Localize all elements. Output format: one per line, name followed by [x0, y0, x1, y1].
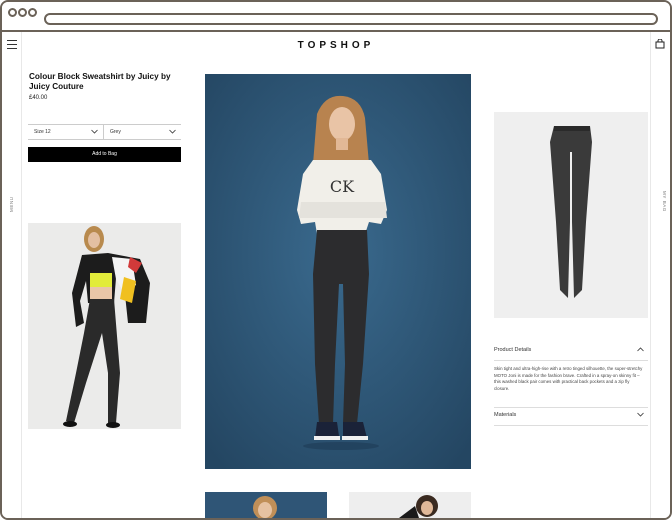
chevron-down-icon — [91, 129, 98, 134]
jeans-illustration — [494, 112, 648, 318]
thumb-1-illustration — [205, 492, 327, 518]
materials-label: Materials — [494, 412, 517, 418]
chevron-down-icon — [637, 412, 644, 417]
window-close-dot[interactable] — [8, 8, 17, 17]
site-logo[interactable]: TOPSHOP — [2, 40, 670, 51]
product-title: Colour Block Sweatshirt by Juicy by Juic… — [29, 72, 171, 91]
product-description: Skin tight and ultra-high-rise with a re… — [494, 366, 643, 391]
left-rail: MENU — [2, 32, 22, 518]
size-select-value: Size 12 — [34, 129, 51, 135]
address-bar[interactable] — [44, 13, 658, 25]
color-select[interactable]: Grey — [104, 124, 181, 140]
product-photo-side[interactable] — [28, 223, 181, 429]
color-select-value: Grey — [110, 129, 121, 135]
browser-chrome — [2, 2, 670, 32]
menu-rail-label[interactable]: MENU — [9, 196, 14, 212]
product-details-accordion[interactable]: Product Details — [494, 347, 648, 361]
window-minimize-dot[interactable] — [18, 8, 27, 17]
svg-text:CK: CK — [330, 177, 355, 196]
product-page: MENU MY BAG TOPSHOP Colour Block Sweatsh… — [2, 32, 670, 518]
product-photo-thumb-1[interactable] — [205, 492, 327, 518]
window-maximize-dot[interactable] — [28, 8, 37, 17]
thumb-2-illustration — [349, 492, 471, 518]
product-price: £40.00 — [29, 95, 48, 101]
product-details-label: Product Details — [494, 347, 532, 353]
size-select[interactable]: Size 12 — [28, 124, 104, 140]
add-to-bag-button[interactable]: Add to Bag — [28, 147, 181, 162]
product-photo-jeans[interactable] — [494, 112, 648, 318]
product-photo-main[interactable]: CK — [205, 74, 471, 469]
chevron-up-icon — [637, 347, 644, 352]
browser-window: MENU MY BAG TOPSHOP Colour Block Sweatsh… — [0, 0, 672, 520]
model-jacket-illustration — [28, 223, 181, 429]
product-photo-thumb-2[interactable] — [349, 492, 471, 518]
right-rail: MY BAG — [650, 32, 670, 518]
chevron-down-icon — [169, 129, 176, 134]
bag-rail-label[interactable]: MY BAG — [662, 191, 667, 212]
model-sweatshirt-illustration: CK — [205, 74, 471, 469]
divider — [494, 407, 648, 408]
materials-accordion[interactable]: Materials — [494, 412, 648, 426]
